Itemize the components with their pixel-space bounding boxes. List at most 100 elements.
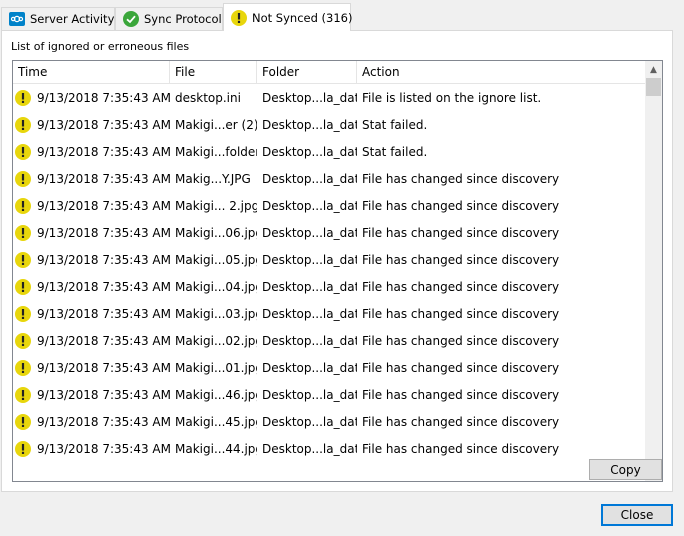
time-text: 9/13/2018 7:35:43 AM	[37, 414, 170, 429]
column-header-time[interactable]: Time	[13, 61, 170, 83]
cell-time: 9/13/2018 7:35:43 AM	[13, 143, 170, 160]
time-text: 9/13/2018 7:35:43 AM	[37, 117, 170, 132]
yellow-warning-icon	[231, 9, 247, 26]
time-text: 9/13/2018 7:35:43 AM	[37, 198, 170, 213]
close-button[interactable]: Close	[601, 504, 673, 526]
cell-time: 9/13/2018 7:35:43 AM	[13, 305, 170, 322]
warning-icon	[15, 251, 31, 268]
cell-file: Makigi...06.jpg	[175, 225, 257, 240]
warning-icon	[15, 305, 31, 322]
cell-file: Makigi...folder	[175, 144, 257, 159]
column-header-action[interactable]: Action	[357, 61, 646, 83]
warning-icon	[15, 359, 31, 376]
green-check-icon	[123, 11, 139, 27]
copy-button[interactable]: Copy	[589, 459, 662, 480]
cell-folder: Desktop...la_data	[262, 90, 357, 105]
time-text: 9/13/2018 7:35:43 AM	[37, 387, 170, 402]
table-row[interactable]: 9/13/2018 7:35:43 AM Makigi...05.jpg Deskt…	[13, 246, 646, 273]
scroll-up-arrow-icon[interactable]: ▲	[645, 61, 662, 78]
warning-icon	[15, 413, 31, 430]
cell-file: Makigi...01.jpg	[175, 360, 257, 375]
table-header: Time File Folder Action	[13, 61, 646, 84]
table-row[interactable]: 9/13/2018 7:35:43 AM Makigi...46.jpg Deskt…	[13, 381, 646, 408]
warning-icon	[15, 278, 31, 295]
cell-action: File has changed since discovery	[362, 414, 560, 429]
cell-time: 9/13/2018 7:35:43 AM	[13, 386, 170, 403]
cell-file: Makigi...04.jpg	[175, 279, 257, 294]
warning-icon	[15, 89, 31, 106]
time-text: 9/13/2018 7:35:43 AM	[37, 225, 170, 240]
cell-action: File has changed since discovery	[362, 387, 560, 402]
cell-time: 9/13/2018 7:35:43 AM	[13, 197, 170, 214]
table-row[interactable]: 9/13/2018 7:35:43 AM Makigi...02.jpg Deskt…	[13, 327, 646, 354]
cell-folder: Desktop...la_data	[262, 414, 357, 429]
cell-action: File has changed since discovery	[362, 279, 560, 294]
table-row[interactable]: 9/13/2018 7:35:43 AM Makigi...04.jpg Deskt…	[13, 273, 646, 300]
table-row[interactable]: 9/13/2018 7:35:43 AM Makigi...01.jpg Deskt…	[13, 354, 646, 381]
cell-action: File has changed since discovery	[362, 171, 560, 186]
table-row[interactable]: 9/13/2018 7:35:43 AM Makigi...44.jpg Deskt…	[13, 435, 646, 462]
tab-server-activity[interactable]: Server Activity	[1, 7, 115, 30]
cell-action: File has changed since discovery	[362, 333, 560, 348]
cell-time: 9/13/2018 7:35:43 AM	[13, 332, 170, 349]
column-header-file[interactable]: File	[170, 61, 257, 83]
warning-icon	[15, 116, 31, 133]
cell-time: 9/13/2018 7:35:43 AM	[13, 89, 170, 106]
cell-time: 9/13/2018 7:35:43 AM	[13, 440, 170, 457]
cell-file: Makigi...er (2)	[175, 117, 257, 132]
cell-time: 9/13/2018 7:35:43 AM	[13, 116, 170, 133]
tab-label: Sync Protocol	[144, 12, 222, 26]
column-header-folder[interactable]: Folder	[257, 61, 357, 83]
cell-file: Makigi...46.jpg	[175, 387, 257, 402]
vertical-scrollbar[interactable]: ▲ ▼	[645, 61, 662, 481]
cell-time: 9/13/2018 7:35:43 AM	[13, 278, 170, 295]
warning-icon	[15, 386, 31, 403]
table-row[interactable]: 9/13/2018 7:35:43 AM Makigi...03.jpg Deskt…	[13, 300, 646, 327]
cell-action: Stat failed.	[362, 117, 428, 132]
tab-not-synced[interactable]: Not Synced (316)	[223, 3, 353, 31]
warning-icon	[15, 224, 31, 241]
cell-time: 9/13/2018 7:35:43 AM	[13, 359, 170, 376]
table-row[interactable]: 9/13/2018 7:35:43 AM Makigi...06.jpg Deskt…	[13, 219, 646, 246]
cell-file: Makigi...45.jpg	[175, 414, 257, 429]
cell-folder: Desktop...la_data	[262, 279, 357, 294]
table-row[interactable]: 9/13/2018 7:35:43 AM Makigi... 2.jpg Deskt…	[13, 192, 646, 219]
table-row[interactable]: 9/13/2018 7:35:43 AM Makigi...folder Deskt…	[13, 138, 646, 165]
warning-icon	[15, 143, 31, 160]
time-text: 9/13/2018 7:35:43 AM	[37, 90, 170, 105]
cell-folder: Desktop...la_data	[262, 117, 357, 132]
tab-bar: Server Activity Sync Protocol Not Synced…	[0, 0, 684, 31]
table-row[interactable]: 9/13/2018 7:35:43 AM desktop.ini Desktop..…	[13, 84, 646, 111]
cell-file: Makig...Y.JPG	[175, 171, 251, 186]
cell-time: 9/13/2018 7:35:43 AM	[13, 224, 170, 241]
cell-file: Makigi...05.jpg	[175, 252, 257, 267]
cell-file: Makigi... 2.jpg	[175, 198, 257, 213]
cell-action: Stat failed.	[362, 144, 428, 159]
cell-time: 9/13/2018 7:35:43 AM	[13, 413, 170, 430]
time-text: 9/13/2018 7:35:43 AM	[37, 171, 170, 186]
cell-folder: Desktop...la_data	[262, 360, 357, 375]
time-text: 9/13/2018 7:35:43 AM	[37, 441, 170, 456]
table-body: 9/13/2018 7:35:43 AM desktop.ini Desktop..…	[13, 84, 646, 462]
files-table: Time File Folder Action 9/13/2018 7:35:4…	[12, 60, 663, 482]
cell-action: File is listed on the ignore list.	[362, 90, 542, 105]
cell-action: File has changed since discovery	[362, 198, 560, 213]
cell-folder: Desktop...la_data	[262, 144, 357, 159]
table-row[interactable]: 9/13/2018 7:35:43 AM Makigi...er (2) Deskt…	[13, 111, 646, 138]
cell-file: Makigi...44.jpg	[175, 441, 257, 456]
cell-action: File has changed since discovery	[362, 360, 560, 375]
tab-label: Not Synced (316)	[252, 10, 353, 25]
cell-file: Makigi...03.jpg	[175, 306, 257, 321]
cell-action: File has changed since discovery	[362, 252, 560, 267]
not-synced-panel: List of ignored or erroneous files Time …	[1, 30, 673, 492]
cell-action: File has changed since discovery	[362, 225, 560, 240]
table-row[interactable]: 9/13/2018 7:35:43 AM Makig...Y.JPG Desktop…	[13, 165, 646, 192]
cell-folder: Desktop...la_data	[262, 171, 357, 186]
scrollbar-thumb[interactable]	[646, 78, 661, 96]
cell-folder: Desktop...la_data	[262, 333, 357, 348]
warning-icon	[15, 197, 31, 214]
time-text: 9/13/2018 7:35:43 AM	[37, 333, 170, 348]
tab-sync-protocol[interactable]: Sync Protocol	[115, 7, 223, 30]
time-text: 9/13/2018 7:35:43 AM	[37, 360, 170, 375]
table-row[interactable]: 9/13/2018 7:35:43 AM Makigi...45.jpg Deskt…	[13, 408, 646, 435]
